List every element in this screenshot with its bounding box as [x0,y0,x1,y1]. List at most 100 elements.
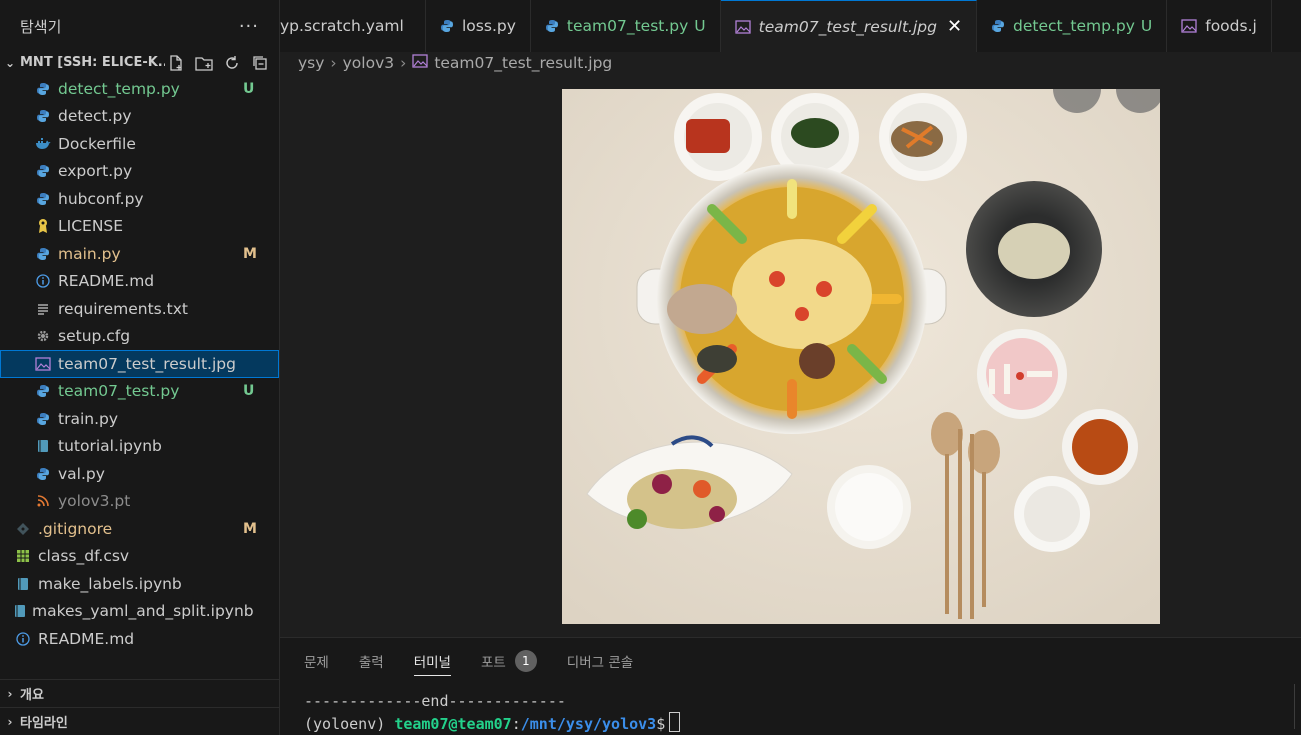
python-icon [34,247,52,261]
terminal-prompt-symbol: $ [656,715,666,733]
file-tree-item[interactable]: setup.cfg [0,323,279,351]
tab-problems-label: 문제 [304,655,329,671]
file-name: train.py [58,409,119,428]
file-tree-item[interactable]: makes_yaml_and_split.ipynb [0,598,279,626]
git-status-badge: U [243,383,255,400]
new-file-icon[interactable] [165,52,187,74]
tab-terminal[interactable]: 터미널 [413,638,452,684]
image-icon [412,54,428,72]
info-icon [14,632,32,646]
editor-tab-label: detect_temp.py [1013,17,1135,35]
image-preview[interactable] [562,89,1160,624]
breadcrumb-item-file[interactable]: team07_test_result.jpg [434,54,612,72]
refresh-icon[interactable] [221,52,243,74]
new-folder-icon[interactable] [193,52,215,74]
tab-ports[interactable]: 포트 1 [481,638,537,684]
text-file-icon [34,303,52,315]
file-tree-item[interactable]: team07_test_result.jpg [0,350,279,378]
more-actions-icon[interactable]: ··· [239,16,259,37]
close-icon[interactable]: ✕ [947,16,962,37]
git-icon [14,522,32,536]
git-status-badge: M [243,245,257,262]
chevron-right-icon: › [330,54,337,72]
file-tree-item[interactable]: yolov3.pt [0,488,279,516]
file-name: Dockerfile [58,134,136,153]
python-icon [34,467,52,481]
file-name: export.py [58,162,133,181]
file-name: val.py [58,464,105,483]
python-icon [545,19,559,33]
terminal[interactable]: -------------end------------- (yoloenv) … [304,691,681,735]
image-icon [734,19,751,34]
tab-terminal-label: 터미널 [413,655,451,671]
tab-output[interactable]: 출력 [359,638,384,684]
file-name: requirements.txt [58,299,188,318]
editor-tab-bar: yp.scratch.yaml loss.py team07_test.py Utea… [280,0,1301,52]
file-tree-item[interactable]: class_df.csv [0,543,279,571]
explorer-header: 탐색기 ··· [0,0,279,52]
breadcrumb-item-yolov3[interactable]: yolov3 [343,54,394,72]
docker-icon [34,137,52,150]
editor-tab-label: team07_test_result.jpg [758,17,937,36]
file-tree-item[interactable]: train.py [0,405,279,433]
tab-ports-label: 포트 [480,655,506,671]
terminal-colon: : [511,715,521,733]
editor-tab[interactable]: yp.scratch.yaml [280,0,426,52]
workspace-folder-header[interactable]: ⌄ MNT [SSH: ELICE-K... [0,50,279,75]
editor-tab-label: yp.scratch.yaml [280,17,404,35]
python-icon [34,384,52,398]
file-tree-item[interactable]: tutorial.ipynb [0,433,279,461]
python-icon [34,109,52,123]
git-status-badge: U [243,80,255,97]
file-tree-item[interactable]: team07_test.py U [0,378,279,406]
python-icon [34,412,52,426]
image-icon [1181,19,1197,33]
file-name: hubconf.py [58,189,144,208]
editor-tab[interactable]: loss.py [426,0,531,52]
git-status-badge: U [1140,17,1153,35]
terminal-env: (yoloenv) [304,715,395,733]
editor-tab[interactable]: team07_test_result.jpg ✕ [720,0,978,52]
file-tree-item[interactable]: Dockerfile [0,130,279,158]
terminal-path: /mnt/ysy/yolov3 [520,715,657,733]
chevron-right-icon[interactable]: › [0,687,20,701]
collapse-all-icon[interactable] [249,52,271,74]
python-icon [440,19,454,33]
file-tree-item[interactable]: make_labels.ipynb [0,570,279,598]
chevron-right-icon[interactable]: › [0,715,20,729]
file-tree-item[interactable]: README.md [0,268,279,296]
file-tree-item[interactable]: export.py [0,158,279,186]
file-name: make_labels.ipynb [38,574,182,593]
bottom-panel: 문제 출력 터미널 포트 1 디버그 콘솔 -------------end---… [280,637,1301,735]
outline-section-label: 개요 [20,688,44,703]
file-tree-item[interactable]: requirements.txt [0,295,279,323]
file-tree-item[interactable]: .gitignore M [0,515,279,543]
file-tree-item[interactable]: hubconf.py [0,185,279,213]
notebook-icon [34,439,52,453]
python-icon [34,192,52,206]
file-name: setup.cfg [58,327,131,346]
timeline-section[interactable]: › 타임라인 [0,707,279,735]
breadcrumb: ysy › yolov3 › team07_test_result.jpg [298,52,612,74]
file-tree-item[interactable]: val.py [0,460,279,488]
tab-problems[interactable]: 문제 [304,638,329,684]
editor-tab[interactable]: detect_temp.py U [977,0,1168,52]
file-tree-item[interactable]: detect.py [0,103,279,131]
editor-tab[interactable]: foods.j [1167,0,1272,52]
editor-tab-label: foods.j [1205,17,1257,35]
explorer-title: 탐색기 [20,17,62,36]
file-tree-item[interactable]: LICENSE [0,213,279,241]
file-tree-item[interactable]: README.md [0,625,279,653]
terminal-scrollbar[interactable] [1294,684,1295,729]
chevron-down-icon[interactable]: ⌄ [0,56,20,70]
file-tree-item[interactable]: detect_temp.py U [0,75,279,103]
file-tree-item[interactable]: main.py M [0,240,279,268]
file-name: LICENSE [58,217,124,236]
tab-output-label: 출력 [358,655,384,671]
license-icon [34,218,52,234]
outline-section[interactable]: › 개요 [0,679,279,707]
editor-tab[interactable]: team07_test.py U [531,0,721,52]
file-name: detect_temp.py [58,79,180,98]
breadcrumb-item-ysy[interactable]: ysy [298,54,324,72]
tab-debug-console[interactable]: 디버그 콘솔 [567,638,633,684]
